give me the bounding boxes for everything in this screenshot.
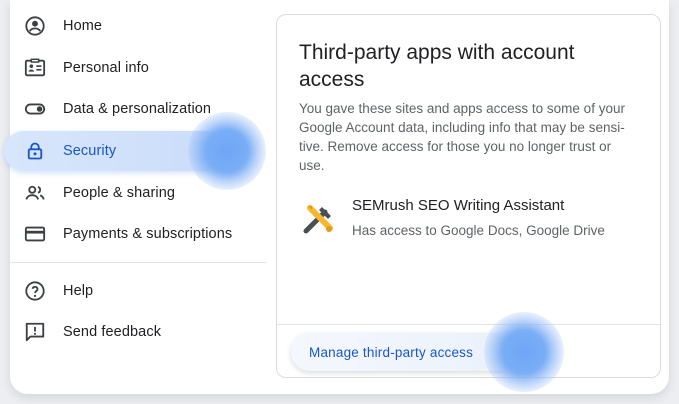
help-circle-icon [23,279,47,303]
card-footer-divider [277,324,660,325]
sidebar-item-people-sharing[interactable]: People & sharing [10,174,260,212]
sidebar-divider [10,262,266,263]
card-title: Third-party apps with account access [299,41,575,91]
sidebar-item-label: Security [63,143,117,159]
sidebar-item-label: Send feedback [63,324,162,340]
app-list-item[interactable]: SEMrush SEO Writing Assistant Has access… [299,197,639,247]
app-access-summary: Has access to Google Docs, Google Drive [352,223,605,238]
people-icon [23,181,47,205]
manage-button-label: Manage third-party access [309,344,474,360]
app-name: SEMrush SEO Writing Assistant [352,197,565,214]
feedback-icon [23,320,47,344]
sidebar-item-personal-info[interactable]: Personal info [10,49,260,87]
sidebar-item-send-feedback[interactable]: Send feedback [10,313,260,351]
third-party-apps-card: Third-party apps with account access You… [276,14,661,392]
credit-card-icon [23,222,47,246]
sidebar-item-help[interactable]: Help [10,272,260,310]
lock-icon [23,139,47,163]
sidebar-item-label: Help [63,283,94,299]
toggle-icon [23,97,47,121]
semrush-tools-icon [299,199,339,239]
tap-highlight [484,312,564,392]
sidebar-item-label: Data & personalization [63,101,212,117]
card-description: You gave these sites and apps access to … [299,101,625,173]
sidebar-item-label: Payments & subscriptions [63,226,233,242]
account-window: Home Personal info Data & personalizatio… [4,0,669,394]
account-circle-icon [23,14,47,38]
sidebar-item-label: Home [63,18,103,34]
id-card-icon [23,56,47,80]
sidebar-item-home[interactable]: Home [10,7,260,45]
sidebar: Home Personal info Data & personalizatio… [4,0,268,394]
sidebar-item-label: People & sharing [63,185,176,201]
sidebar-item-payments[interactable]: Payments & subscriptions [10,215,260,253]
sidebar-item-label: Personal info [63,60,149,76]
